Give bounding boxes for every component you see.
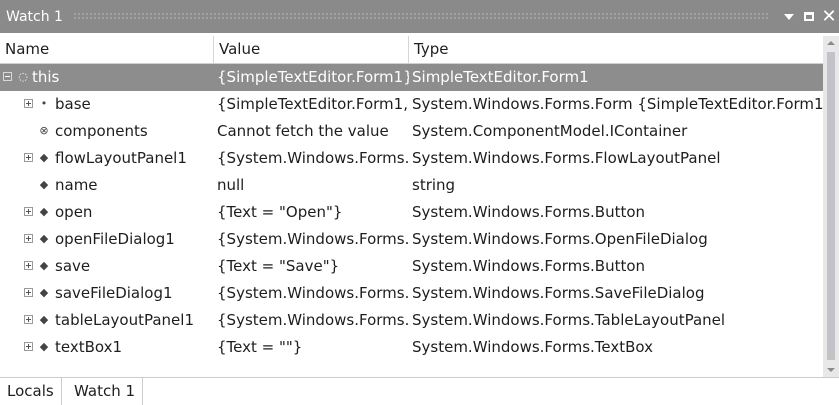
private-field-icon: ◆ — [39, 232, 49, 245]
watch-row[interactable]: ⊗ components Cannot fetch the value Syst… — [0, 118, 823, 145]
row-name: saveFileDialog1 — [55, 284, 173, 302]
expander-icon[interactable] — [24, 99, 33, 108]
expander-icon[interactable] — [24, 288, 33, 297]
row-name: save — [55, 257, 91, 275]
base-icon: • — [40, 97, 48, 110]
private-field-icon: ◆ — [39, 340, 49, 353]
expander-icon[interactable] — [24, 342, 33, 351]
column-header: Name Value Type — [0, 36, 823, 64]
row-name: base — [55, 95, 91, 113]
row-type: System.Windows.Forms.Form {SimpleTextEdi… — [412, 95, 823, 113]
row-value[interactable]: {SimpleTextEditor.Form1} — [214, 64, 409, 91]
row-name: name — [55, 176, 98, 194]
row-name: tableLayoutPanel1 — [55, 311, 194, 329]
private-field-icon: ◆ — [39, 178, 49, 191]
watch-row[interactable]: ◆ openFileDialog1 {System.Windows.Forms.… — [0, 226, 823, 253]
watch-row[interactable]: • base {SimpleTextEditor.Form1, Text: Fo… — [0, 91, 823, 118]
watch-row[interactable]: ◆ flowLayoutPanel1 {System.Windows.Forms… — [0, 145, 823, 172]
row-name: flowLayoutPanel1 — [55, 149, 187, 167]
tab-strip: Locals Watch 1 — [0, 377, 839, 405]
row-value[interactable]: {System.Windows.Forms.SaveFileDialog} — [214, 280, 409, 307]
private-field-icon: ◆ — [39, 313, 49, 326]
expander-icon[interactable] — [24, 261, 33, 270]
private-field-icon: ◆ — [39, 205, 49, 218]
row-value[interactable]: {System.Windows.Forms.OpenFileDialog} — [214, 226, 409, 253]
row-type: SimpleTextEditor.Form1 — [412, 68, 589, 86]
private-field-icon: ◆ — [39, 151, 49, 164]
watch-row[interactable]: ◆ open {Text = "Open"} System.Windows.Fo… — [0, 199, 823, 226]
watch-row[interactable]: ◆ tableLayoutPanel1 {System.Windows.Form… — [0, 307, 823, 334]
window-titlebar: Watch 1 ✕ — [0, 0, 839, 33]
row-value[interactable]: {System.Windows.Forms.TableLayoutPanel} — [214, 307, 409, 334]
scroll-up-icon[interactable] — [823, 36, 839, 50]
watch-row[interactable]: ◆ name null string — [0, 172, 823, 199]
object-icon: ◌ — [18, 70, 28, 83]
tab-watch-1[interactable]: Watch 1 — [67, 378, 144, 405]
row-name: this — [32, 68, 60, 86]
maximize-icon[interactable] — [799, 7, 819, 27]
scroll-thumb[interactable] — [827, 52, 835, 360]
row-value[interactable]: Cannot fetch the value — [214, 118, 409, 145]
watch-row[interactable]: ◆ textBox1 {Text = ""} System.Windows.Fo… — [0, 334, 823, 361]
column-header-name[interactable]: Name — [0, 36, 214, 63]
row-type: System.Windows.Forms.SaveFileDialog — [412, 284, 705, 302]
expander-icon[interactable] — [24, 153, 33, 162]
scroll-down-icon[interactable] — [823, 363, 839, 377]
dropdown-arrow-icon[interactable] — [779, 7, 799, 27]
watch-row[interactable]: ◆ save {Text = "Save"} System.Windows.Fo… — [0, 253, 823, 280]
row-name: openFileDialog1 — [55, 230, 175, 248]
row-type: System.Windows.Forms.OpenFileDialog — [412, 230, 708, 248]
expander-icon[interactable] — [24, 234, 33, 243]
row-type: System.Windows.Forms.Button — [412, 257, 646, 275]
column-header-value[interactable]: Value — [214, 36, 409, 63]
row-value[interactable]: {Text = ""} — [214, 334, 409, 361]
vertical-scrollbar[interactable] — [823, 36, 839, 377]
row-value[interactable]: {Text = "Open"} — [214, 199, 409, 226]
expander-icon[interactable] — [24, 207, 33, 216]
error-icon: ⊗ — [39, 124, 49, 137]
row-name: components — [55, 122, 148, 140]
row-type: string — [412, 176, 456, 194]
close-icon[interactable]: ✕ — [819, 6, 839, 27]
titlebar-grip[interactable] — [72, 12, 769, 21]
private-field-icon: ◆ — [39, 286, 49, 299]
row-name: open — [55, 203, 93, 221]
tab-locals[interactable]: Locals — [0, 378, 62, 405]
column-header-type[interactable]: Type — [409, 36, 823, 63]
row-value[interactable]: {SimpleTextEditor.Form1, Text: Form1} — [214, 91, 409, 118]
watch-rows: ◌ this {SimpleTextEditor.Form1} SimpleTe… — [0, 64, 823, 377]
row-type: System.Windows.Forms.FlowLayoutPanel — [412, 149, 721, 167]
row-type: System.ComponentModel.IContainer — [412, 122, 688, 140]
row-type: System.Windows.Forms.Button — [412, 203, 646, 221]
row-value[interactable]: null — [214, 172, 409, 199]
row-type: System.Windows.Forms.TextBox — [412, 338, 654, 356]
watch-row[interactable]: ◌ this {SimpleTextEditor.Form1} SimpleTe… — [0, 64, 823, 91]
row-name: textBox1 — [55, 338, 123, 356]
row-type: System.Windows.Forms.TableLayoutPanel — [412, 311, 726, 329]
private-field-icon: ◆ — [39, 259, 49, 272]
watch-row[interactable]: ◆ saveFileDialog1 {System.Windows.Forms.… — [0, 280, 823, 307]
row-value[interactable]: {Text = "Save"} — [214, 253, 409, 280]
row-value[interactable]: {System.Windows.Forms.FlowLayoutPanel} — [214, 145, 409, 172]
window-title: Watch 1 — [6, 8, 63, 25]
expander-icon[interactable] — [3, 72, 12, 81]
expander-icon[interactable] — [24, 315, 33, 324]
